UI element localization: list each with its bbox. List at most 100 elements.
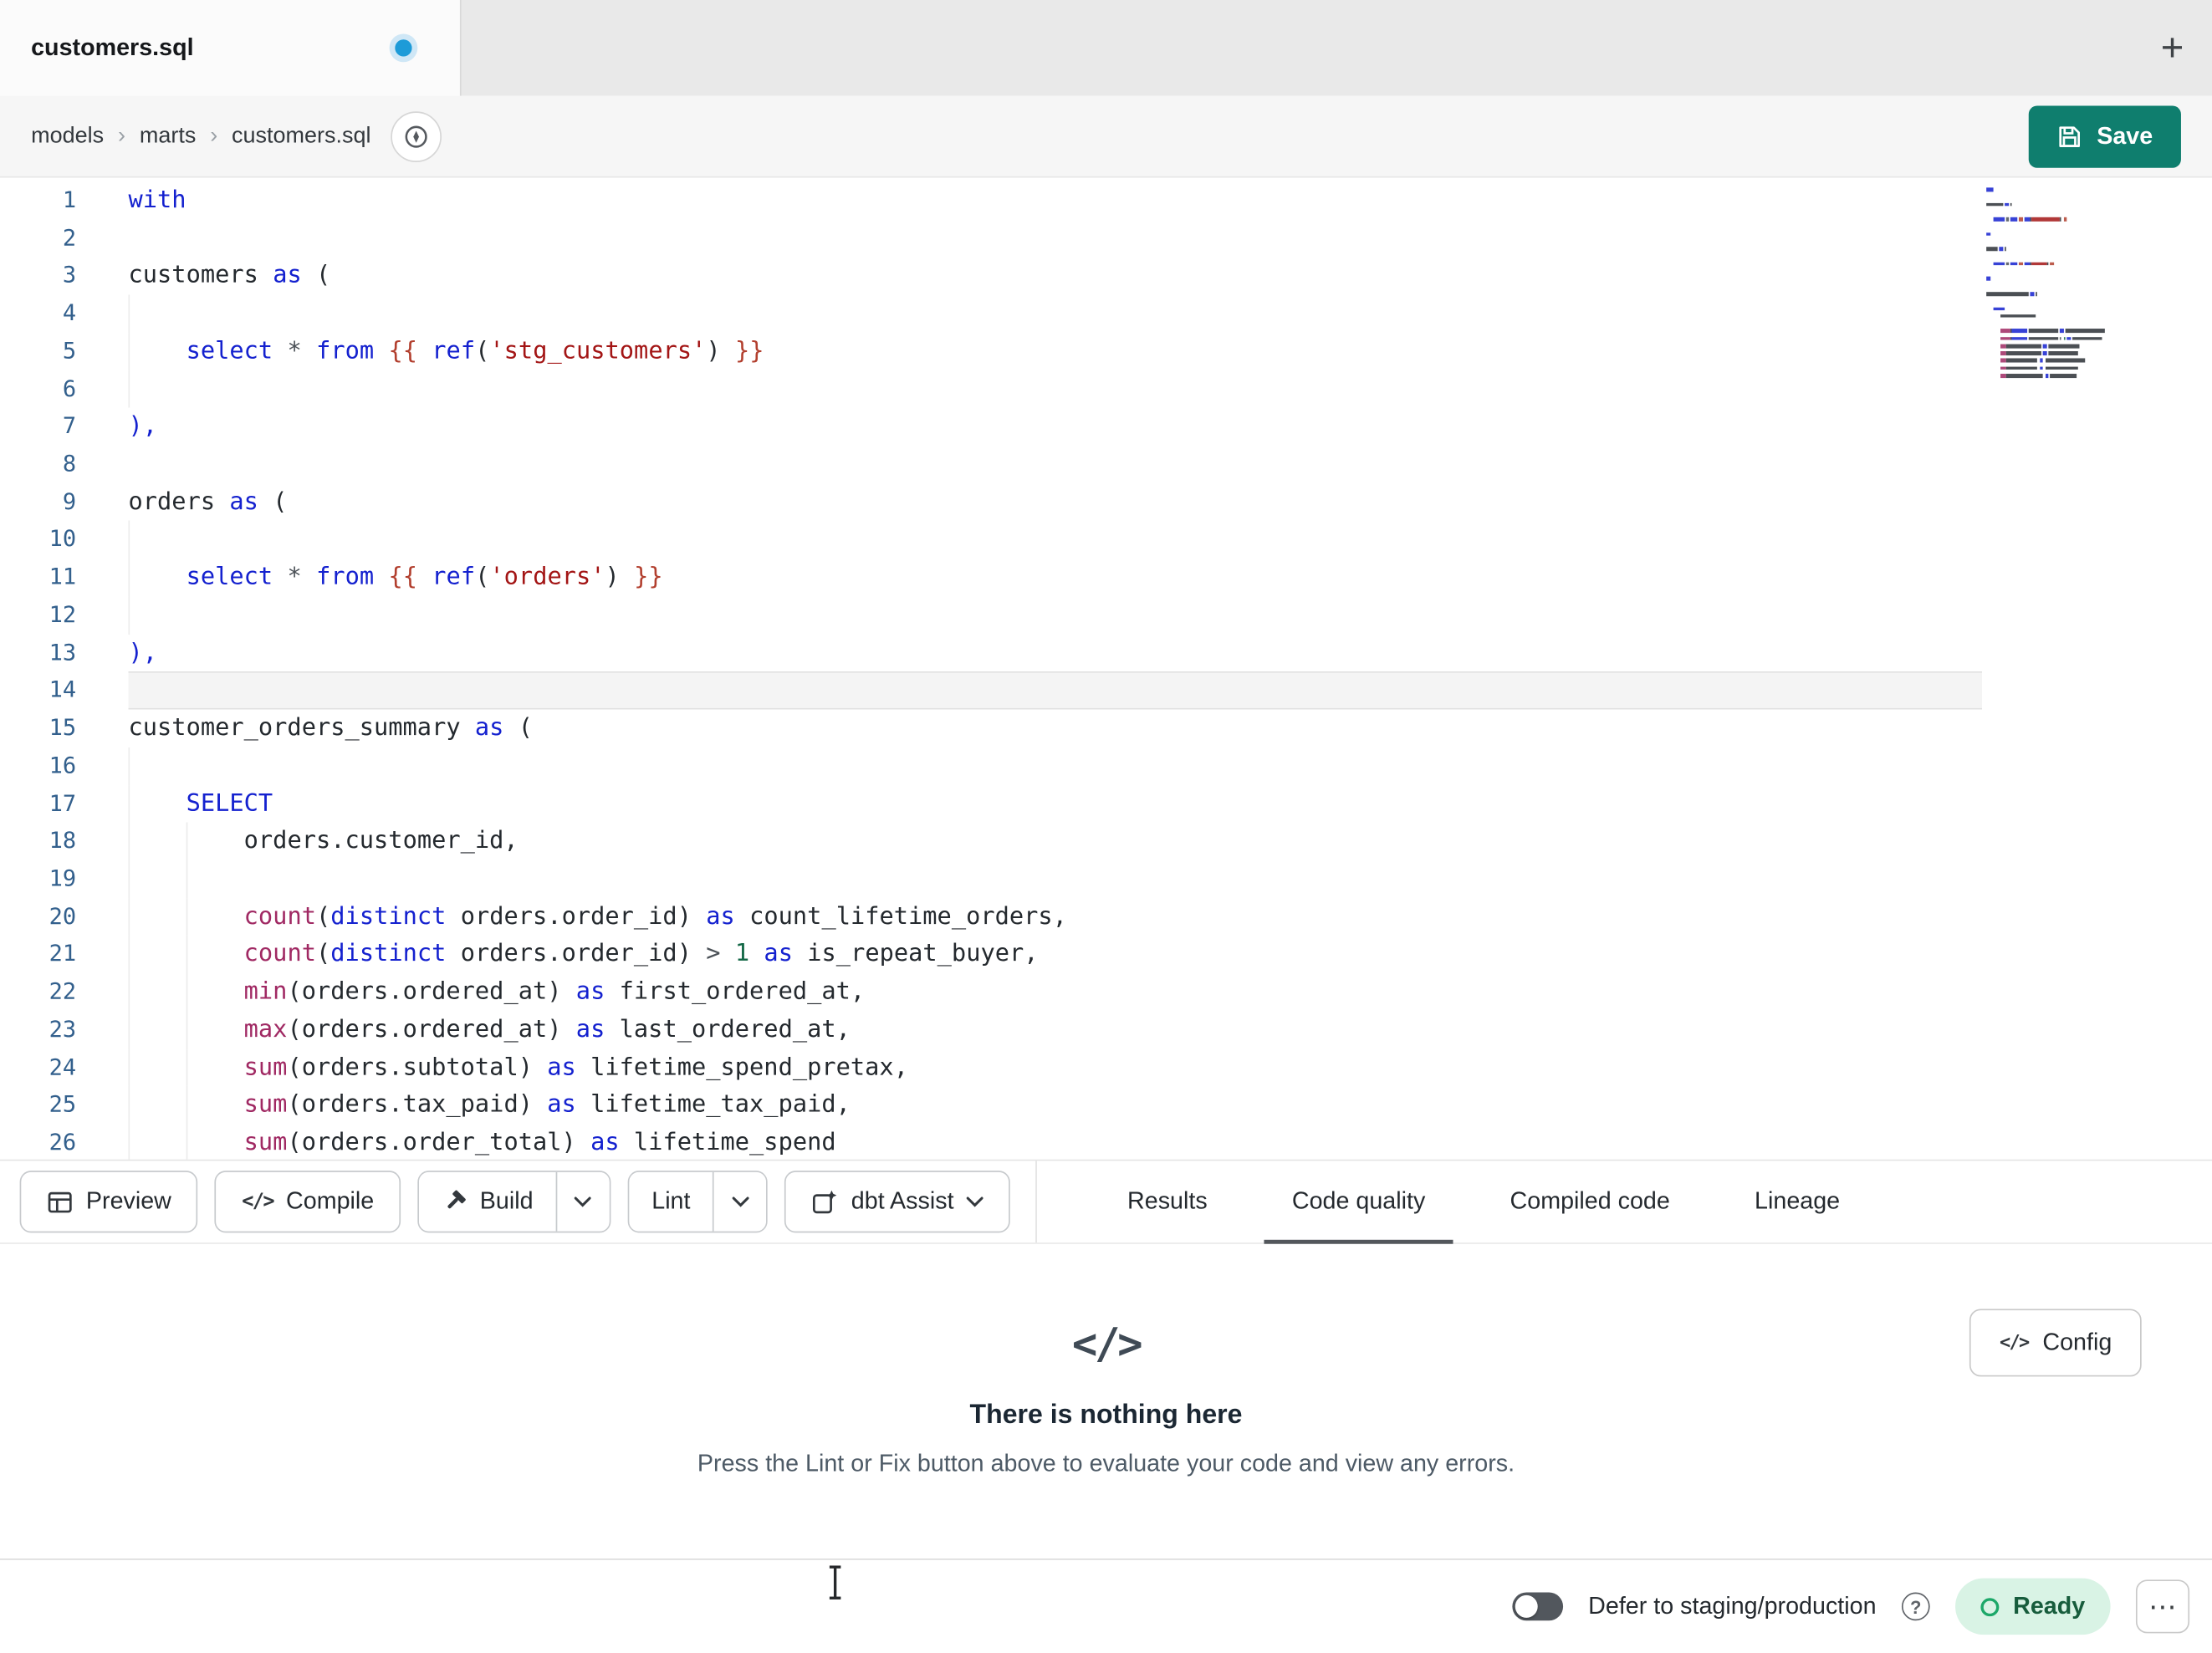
compile-label: Compile	[286, 1187, 375, 1215]
code-line[interactable]: 12	[0, 596, 1982, 635]
code-line[interactable]: 5 select * from {{ ref('stg_customers') …	[0, 332, 1982, 370]
dbt-assist-label: dbt Assist	[851, 1187, 954, 1215]
help-icon[interactable]: ?	[1901, 1592, 1930, 1621]
code-area[interactable]: 1 with 2 3 customers as ( 4 5 select * from {{…	[0, 178, 1983, 1160]
line-number: 10	[49, 525, 77, 553]
tab-title: customers.sql	[31, 33, 194, 61]
code-line[interactable]: 15 customer_orders_summary as (	[0, 710, 1982, 747]
code-line[interactable]: 17 SELECT	[0, 784, 1982, 823]
preview-button[interactable]: Preview	[19, 1171, 198, 1233]
tab-customers-sql[interactable]: customers.sql	[0, 0, 462, 96]
tab-results[interactable]: Results	[1094, 1161, 1242, 1242]
code-editor[interactable]: 1 with 2 3 customers as ( 4 5 select * from {{…	[0, 177, 2212, 1160]
minimap[interactable]	[1986, 187, 2116, 381]
line-number: 25	[49, 1090, 77, 1118]
line-number: 23	[49, 1015, 77, 1043]
line-number: 26	[49, 1128, 77, 1156]
code-line[interactable]: 6	[0, 370, 1982, 409]
breadcrumb-separator: ›	[117, 123, 125, 148]
build-hammer-icon	[442, 1189, 467, 1214]
config-label: Config	[2042, 1329, 2112, 1356]
code-line[interactable]: 25 sum(orders.tax_paid) as lifetime_tax_…	[0, 1086, 1982, 1125]
code-line[interactable]: 20 count(distinct orders.order_id) as co…	[0, 897, 1982, 936]
code-line[interactable]: 10	[0, 521, 1982, 559]
line-number: 6	[62, 375, 77, 402]
breadcrumb-item[interactable]: customers.sql	[232, 124, 371, 149]
line-number: 9	[62, 487, 77, 515]
line-number: 7	[62, 412, 77, 440]
code-line[interactable]: 13),	[0, 634, 1982, 671]
code-line[interactable]: 18 orders.customer_id,	[0, 822, 1982, 860]
line-number: 14	[49, 676, 77, 703]
code-line[interactable]: 14	[0, 671, 1983, 710]
code-line[interactable]: 7),	[0, 408, 1982, 446]
toggle-knob	[1515, 1594, 1538, 1618]
breadcrumb-item[interactable]: models	[31, 124, 104, 149]
code-line[interactable]: 11 select * from {{ ref('orders') }}	[0, 559, 1982, 597]
config-button[interactable]: </> Config	[1969, 1309, 2142, 1377]
line-number: 11	[49, 563, 77, 590]
new-tab-button[interactable]: +	[2161, 28, 2184, 68]
tab-lineage[interactable]: Lineage	[1721, 1161, 1874, 1242]
chevron-down-icon	[732, 1196, 749, 1207]
editor-toolbar: Preview </> Compile Build Lint dbt Assis…	[0, 1159, 2212, 1244]
line-number: 1	[62, 186, 77, 213]
save-icon	[2057, 124, 2082, 149]
line-number: 8	[62, 450, 77, 477]
tab-code-quality[interactable]: Code quality	[1258, 1161, 1458, 1244]
compile-button[interactable]: </> Compile	[215, 1171, 401, 1233]
tab-compiled-code[interactable]: Compiled code	[1476, 1161, 1704, 1242]
preview-table-icon	[47, 1188, 74, 1215]
line-number: 4	[62, 298, 77, 326]
unsaved-changes-dot	[395, 39, 412, 57]
preview-label: Preview	[85, 1187, 171, 1215]
save-button[interactable]: Save	[2029, 105, 2181, 167]
defer-toggle[interactable]	[1512, 1592, 1563, 1621]
dbt-assist-icon	[812, 1188, 839, 1215]
build-button[interactable]: Build	[419, 1171, 556, 1232]
code-line[interactable]: 4	[0, 294, 1982, 333]
line-number: 3	[62, 261, 77, 288]
status-bar: Defer to staging/production ? Ready ⋯	[0, 1559, 2212, 1653]
line-number: 16	[49, 751, 77, 778]
defer-label: Defer to staging/production	[1588, 1592, 1877, 1620]
line-number: 12	[49, 600, 77, 628]
line-number: 22	[49, 977, 77, 1005]
ready-ring-icon	[1980, 1597, 2000, 1616]
code-line[interactable]: 23 max(orders.ordered_at) as last_ordere…	[0, 1011, 1982, 1049]
code-line[interactable]: 16	[0, 747, 1982, 785]
lint-button[interactable]: Lint	[629, 1171, 713, 1232]
ready-status-badge[interactable]: Ready	[1954, 1578, 2111, 1635]
code-quality-panel: </> There is nothing here Press the Lint…	[0, 1243, 2212, 1559]
code-line[interactable]: 3 customers as (	[0, 258, 1982, 295]
breadcrumb: models › marts › customers.sql	[31, 124, 370, 149]
code-line[interactable]: 19	[0, 860, 1982, 898]
code-line[interactable]: 24 sum(orders.subtotal) as lifetime_spen…	[0, 1048, 1982, 1087]
line-number: 15	[49, 713, 77, 741]
code-line[interactable]: 22 min(orders.ordered_at) as first_order…	[0, 973, 1982, 1012]
overflow-menu-button[interactable]: ⋯	[2135, 1579, 2190, 1634]
dbt-assist-button[interactable]: dbt Assist	[784, 1171, 1011, 1233]
code-line[interactable]: 26 sum(orders.order_total) as lifetime_s…	[0, 1124, 1982, 1160]
breadcrumb-item[interactable]: marts	[140, 124, 196, 149]
code-icon: </>	[1071, 1319, 1143, 1370]
build-split-button: Build	[417, 1171, 611, 1233]
app-window: customers.sql + models › marts › customers.s…	[0, 0, 2212, 1653]
editor-tab-bar: customers.sql +	[0, 0, 2212, 96]
code-line[interactable]: 2	[0, 220, 1982, 258]
code-line[interactable]: 8	[0, 446, 1982, 483]
panel-tabs: Results Code quality Compiled code Lineage	[1037, 1161, 2212, 1244]
line-number: 24	[49, 1053, 77, 1080]
copilot-button[interactable]	[391, 110, 442, 162]
line-number: 13	[49, 638, 77, 666]
code-line[interactable]: 9 orders as (	[0, 483, 1982, 521]
code-line[interactable]: 21 count(distinct orders.order_id) > 1 a…	[0, 936, 1982, 974]
lint-dropdown-button[interactable]	[713, 1171, 767, 1232]
line-number: 21	[49, 940, 77, 967]
line-number: 17	[49, 788, 77, 816]
lint-split-button: Lint	[627, 1171, 769, 1233]
build-dropdown-button[interactable]	[555, 1171, 610, 1232]
line-number: 5	[62, 336, 77, 365]
code-line[interactable]: 1 with	[0, 182, 1982, 220]
empty-state-title: There is nothing here	[969, 1400, 1243, 1431]
